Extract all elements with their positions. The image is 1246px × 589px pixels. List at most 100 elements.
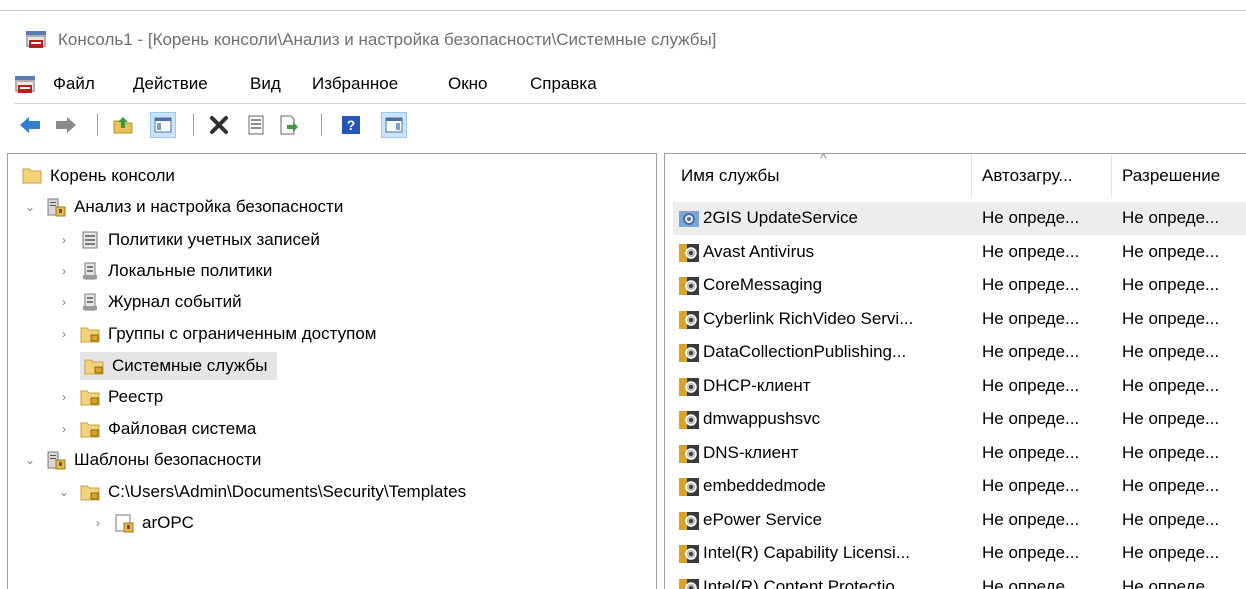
table-row[interactable]: embeddedmode Не опреде... Не опреде... — [673, 470, 1246, 503]
service-permission: Не опреде... — [1122, 375, 1220, 395]
service-name: DNS-клиент — [703, 442, 799, 462]
chevron-right-icon[interactable]: › — [56, 263, 72, 279]
results-pane: Имя службы ^ Автозагру... Разрешение 2GI… — [664, 153, 1246, 589]
tree-item-root[interactable]: Корень консоли — [22, 162, 179, 190]
service-startup: Не опреде... — [982, 208, 1080, 227]
menu-file[interactable]: Файл — [53, 74, 95, 94]
menu-bar: Файл Действие Вид Избранное Окно Справка — [0, 70, 1246, 100]
service-startup: Не опреде... — [982, 275, 1080, 294]
tree-label: Локальные политики — [108, 261, 273, 280]
chevron-right-icon[interactable]: › — [56, 232, 72, 248]
table-row[interactable]: Intel(R) Content Protectio... Не опреде..… — [673, 571, 1246, 589]
mmc-system-menu-icon[interactable] — [14, 74, 36, 94]
table-row[interactable]: dmwappushsvc Не опреде... Не опреде... — [673, 403, 1246, 436]
service-gear-icon — [678, 577, 700, 589]
chevron-down-icon[interactable]: ⌄ — [22, 452, 38, 468]
tree-item-registry[interactable]: › Реестр — [56, 383, 167, 411]
table-row[interactable]: 2GIS UpdateService Не опреде... Не опреде.… — [673, 202, 1246, 235]
menu-window[interactable]: Окно — [448, 74, 488, 94]
tree-item-system-services[interactable]: Системные службы — [80, 352, 278, 380]
column-header-service-name[interactable]: Имя службы ^ — [681, 154, 971, 198]
tree-item-templates-path[interactable]: ⌄ C:\Users\Admin\Documents\Security\Temp… — [56, 478, 470, 506]
tree-item-restricted-groups[interactable]: › Группы с ограниченным доступом — [56, 320, 380, 348]
service-gear-icon — [678, 275, 700, 297]
locked-folder-icon — [80, 387, 100, 407]
service-permission: Не опреде... — [1122, 208, 1220, 227]
security-analysis-icon — [46, 197, 66, 217]
chevron-down-icon[interactable]: ⌄ — [56, 484, 72, 500]
tree-item-aropc[interactable]: › arOPC — [90, 509, 198, 537]
tree-item-file-system[interactable]: › Файловая система — [56, 415, 260, 443]
tree-label: Файловая система — [108, 419, 257, 438]
table-row[interactable]: Cyberlink RichVideo Servi... Не опреде...… — [673, 303, 1246, 336]
chevron-right-icon[interactable]: › — [56, 326, 72, 342]
tree-item-account-policies[interactable]: › Политики учетных записей — [56, 226, 324, 254]
tree-label: arOPC — [142, 513, 194, 532]
table-row[interactable]: DataCollectionPublishing... Не опреде... Н… — [673, 336, 1246, 369]
show-hide-action-pane-icon[interactable] — [381, 112, 407, 138]
chevron-right-icon[interactable]: › — [56, 421, 72, 437]
policy-icon — [80, 261, 100, 281]
service-name: 2GIS UpdateService — [703, 208, 858, 227]
tree-item-security-analysis[interactable]: ⌄ Анализ и настройка безопасности — [22, 193, 347, 221]
table-row[interactable]: ePower Service Не опреде... Не опреде... — [673, 504, 1246, 537]
chevron-right-icon[interactable]: › — [56, 389, 72, 405]
chevron-right-icon[interactable]: › — [56, 294, 72, 310]
folder-icon — [22, 166, 42, 186]
locked-folder-icon — [84, 356, 104, 376]
table-row[interactable]: DNS-клиент Не опреде... Не опреде... — [673, 437, 1246, 470]
back-arrow-icon[interactable] — [17, 112, 43, 138]
policy-icon — [80, 292, 100, 312]
column-label: Разрешение — [1122, 166, 1221, 185]
menu-action[interactable]: Действие — [133, 74, 208, 94]
up-folder-icon[interactable] — [110, 112, 136, 138]
delete-icon[interactable] — [206, 112, 232, 138]
service-gear-icon — [678, 543, 700, 565]
service-startup: Не опреде... — [982, 409, 1080, 428]
toolbar: ? — [0, 110, 1246, 142]
service-startup: Не опреде... — [982, 476, 1080, 495]
table-row[interactable]: DHCP-клиент Не опреде... Не опреде... — [673, 370, 1246, 403]
toolbar-separator — [97, 114, 98, 136]
column-header-permission[interactable]: Разрешение — [1122, 154, 1246, 198]
toolbar-separator — [321, 114, 322, 136]
tree-item-event-log[interactable]: › Журнал событий — [56, 288, 246, 316]
service-name: DataCollectionPublishing... — [703, 342, 907, 361]
menu-help[interactable]: Справка — [530, 74, 597, 94]
service-permission: Не опреде... — [1122, 543, 1220, 562]
toolbar-separator — [193, 114, 194, 136]
table-row[interactable]: Intel(R) Capability Licensi... Не опреде.… — [673, 537, 1246, 570]
service-permission: Не опреде... — [1122, 241, 1220, 261]
service-startup: Не опреде... — [982, 509, 1080, 529]
service-gear-icon — [678, 476, 700, 498]
service-startup: Не опреде... — [982, 576, 1080, 589]
properties-icon[interactable] — [243, 112, 269, 138]
column-divider[interactable] — [1111, 154, 1112, 198]
service-name: Avast Antivirus — [703, 241, 815, 261]
chevron-right-icon[interactable]: › — [90, 515, 106, 531]
service-permission: Не опреде... — [1122, 308, 1220, 328]
service-permission: Не опреде... — [1122, 409, 1220, 428]
table-row[interactable]: Avast Antivirus Не опреде... Не опреде... — [673, 236, 1246, 269]
show-hide-tree-icon[interactable] — [150, 112, 176, 138]
menu-view[interactable]: Вид — [250, 74, 281, 94]
tree-item-security-templates[interactable]: ⌄ Шаблоны безопасности — [22, 446, 265, 474]
help-icon[interactable]: ? — [338, 112, 364, 138]
mmc-console-icon — [25, 29, 47, 49]
service-startup: Не опреде... — [982, 375, 1080, 395]
column-label: Автозагру... — [982, 166, 1073, 185]
console-tree-pane: Корень консоли ⌄ Анализ и настройка безо… — [7, 153, 657, 589]
locked-folder-icon — [80, 482, 100, 502]
tree-item-local-policies[interactable]: › Локальные политики — [56, 257, 276, 285]
column-divider[interactable] — [971, 154, 972, 198]
locked-folder-icon — [80, 419, 100, 439]
table-row[interactable]: CoreMessaging Не опреде... Не опреде... — [673, 269, 1246, 302]
chevron-down-icon[interactable]: ⌄ — [22, 199, 38, 215]
forward-arrow-icon[interactable] — [53, 112, 79, 138]
service-gear-icon — [678, 510, 700, 532]
service-startup: Не опреде... — [982, 442, 1080, 462]
service-name: Intel(R) Capability Licensi... — [703, 543, 910, 562]
column-header-startup[interactable]: Автозагру... — [982, 154, 1110, 198]
export-list-icon[interactable] — [276, 112, 302, 138]
menu-favorites[interactable]: Избранное — [312, 74, 398, 94]
